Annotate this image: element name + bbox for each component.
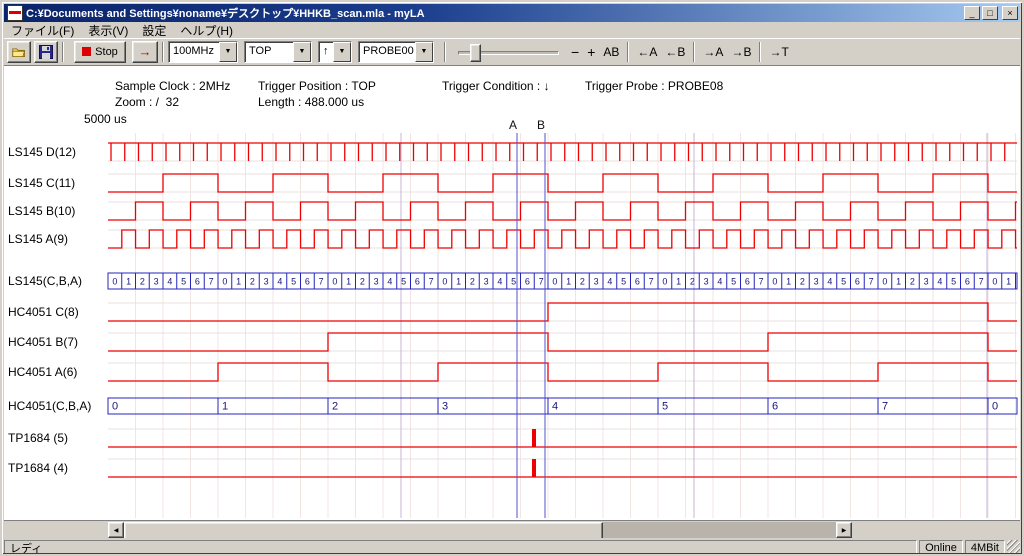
stop-icon [82, 47, 91, 56]
goto-a-back-button[interactable]: ←A [633, 43, 661, 61]
scroll-left-icon[interactable]: ◀ [108, 522, 124, 538]
open-folder-icon [12, 45, 26, 59]
menu-bar: ファイル(F)表示(V)設定ヘルプ(H) [4, 22, 1020, 38]
channel-label-2: LS145 B(10) [8, 203, 75, 219]
channel-label-7: HC4051 A(6) [8, 364, 77, 380]
zoom-in-button[interactable]: + [583, 42, 599, 62]
trigger-probe-dropdown-icon[interactable]: ▼ [415, 42, 433, 62]
run-button[interactable]: → [132, 41, 158, 63]
application-window: { "window": { "title": "C:¥Documents and… [0, 0, 1024, 556]
status-bar: レディ Online 4MBit [4, 538, 1020, 555]
menu-help[interactable]: ヘルプ(H) [173, 21, 240, 40]
trigger-edge-combo[interactable]: ↑ ▼ [318, 41, 352, 63]
goto-b-fwd-button[interactable]: →B [727, 43, 755, 61]
title-bar: C:¥Documents and Settings¥noname¥デスクトップ¥… [4, 4, 1020, 22]
length-info: Length : 488.000 us [258, 95, 364, 109]
channel-label-1: LS145 C(11) [8, 175, 75, 191]
app-icon [7, 5, 23, 21]
zoom-slider-thumb[interactable] [470, 44, 481, 62]
waveform-client-area[interactable] [4, 65, 1020, 521]
goto-b-back-button[interactable]: ←B [661, 43, 689, 61]
time-scale-label: 5000 us [84, 112, 127, 126]
channel-label-9: TP1684 (5) [8, 430, 68, 446]
window-controls: _ □ × [964, 6, 1018, 20]
zoom-slider[interactable] [456, 42, 561, 62]
trigger-condition-info: Trigger Condition : ↓ [442, 79, 550, 93]
window-title: C:¥Documents and Settings¥noname¥デスクトップ¥… [26, 5, 964, 21]
sample-rate-combo[interactable]: 100MHz ▼ [168, 41, 238, 63]
trigger-probe-value: PROBE00 [359, 42, 415, 62]
toolbar-separator [627, 42, 629, 62]
sample-rate-value: 100MHz [169, 42, 219, 62]
stop-label: Stop [95, 46, 118, 58]
save-button[interactable] [34, 41, 58, 63]
trigger-position-combo[interactable]: TOP ▼ [244, 41, 312, 63]
status-memory: 4MBit [965, 540, 1005, 555]
floppy-disk-icon [39, 45, 53, 59]
toolbar-separator [62, 42, 64, 62]
channel-label-5: HC4051 C(8) [8, 304, 79, 320]
trigger-edge-dropdown-icon[interactable]: ▼ [333, 42, 351, 62]
channel-label-4: LS145(C,B,A) [8, 273, 82, 289]
scroll-right-icon[interactable]: ▶ [836, 522, 852, 538]
toolbar-separator [693, 42, 695, 62]
sample-rate-dropdown-icon[interactable]: ▼ [219, 42, 237, 62]
zoom-info: Zoom : / 32 [115, 95, 179, 109]
zoom-out-button[interactable]: − [567, 42, 583, 62]
maximize-button[interactable]: □ [982, 6, 998, 20]
goto-trigger-button[interactable]: →T [765, 43, 792, 61]
toolbar-separator [444, 42, 446, 62]
trigger-probe-info: Trigger Probe : PROBE08 [585, 79, 723, 93]
toolbar-separator [162, 42, 164, 62]
toolbar: Stop → 100MHz ▼ TOP ▼ ↑ ▼ PROBE00 ▼ − + … [4, 38, 1020, 65]
trigger-position-dropdown-icon[interactable]: ▼ [293, 42, 311, 62]
channel-label-0: LS145 D(12) [8, 144, 76, 160]
minimize-button[interactable]: _ [964, 6, 980, 20]
menu-view[interactable]: 表示(V) [81, 21, 135, 40]
trigger-position-value: TOP [245, 42, 293, 62]
menu-file[interactable]: ファイル(F) [4, 21, 81, 40]
trigger-position-info: Trigger Position : TOP [258, 79, 376, 93]
stop-button[interactable]: Stop [74, 41, 126, 63]
channel-label-10: TP1684 (4) [8, 460, 68, 476]
channel-label-6: HC4051 B(7) [8, 334, 78, 350]
channel-label-8: HC4051(C,B,A) [8, 398, 91, 414]
zoom-ab-button[interactable]: AB [599, 43, 623, 61]
goto-a-fwd-button[interactable]: →A [699, 43, 727, 61]
status-online: Online [919, 540, 963, 555]
status-message: レディ [4, 540, 917, 555]
run-arrow-icon: → [139, 44, 152, 59]
menu-settings[interactable]: 設定 [135, 21, 173, 40]
toolbar-separator [759, 42, 761, 62]
open-file-button[interactable] [7, 41, 31, 63]
close-button[interactable]: × [1002, 6, 1018, 20]
trigger-probe-combo[interactable]: PROBE00 ▼ [358, 41, 434, 63]
trigger-edge-value: ↑ [319, 42, 333, 62]
horizontal-scrollbar[interactable]: ◀ ▶ [4, 520, 1020, 539]
channel-label-3: LS145 A(9) [8, 231, 68, 247]
sample-clock-info: Sample Clock : 2MHz [115, 79, 230, 93]
resize-grip[interactable] [1007, 540, 1020, 555]
